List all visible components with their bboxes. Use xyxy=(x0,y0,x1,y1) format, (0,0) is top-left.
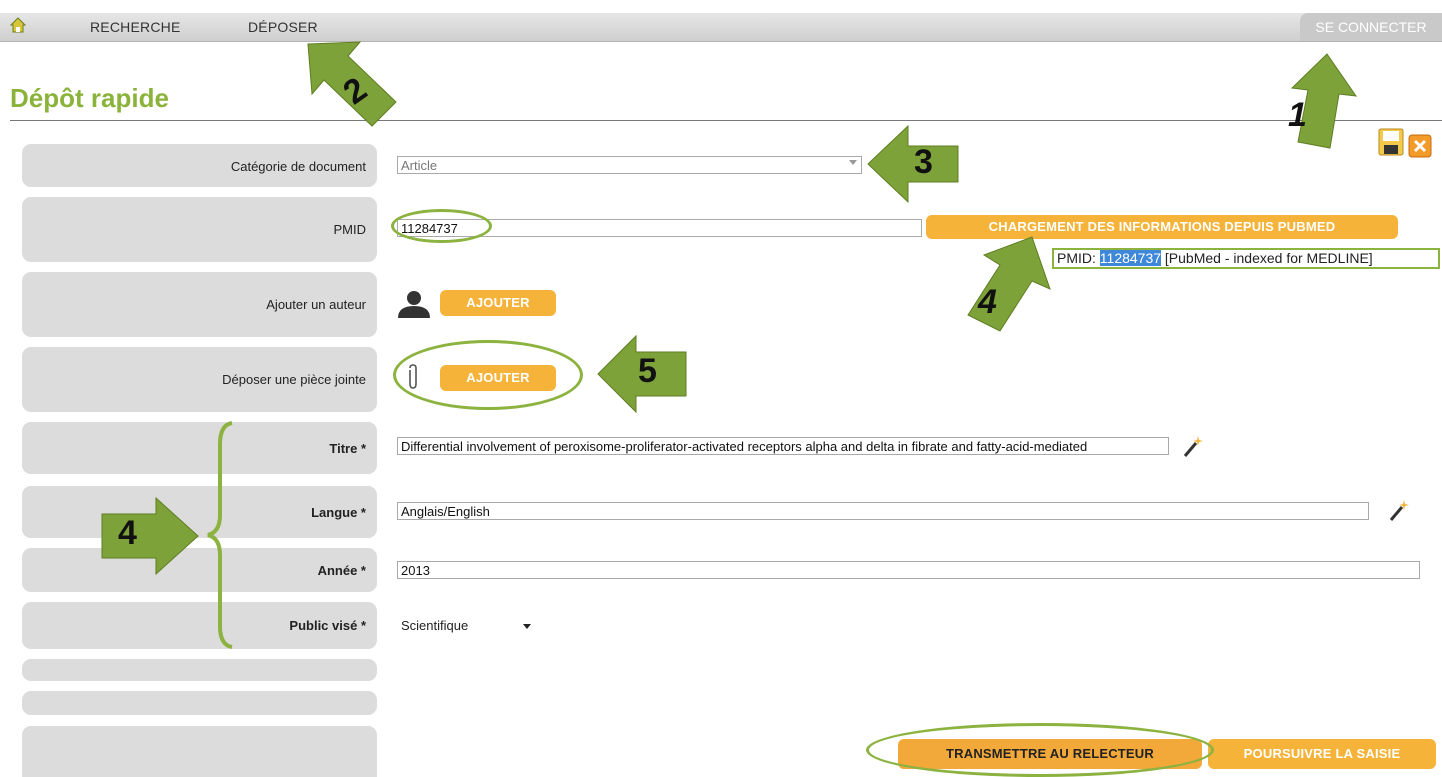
annotation-arrow-4-fields xyxy=(101,496,199,576)
annotation-number-5: 5 xyxy=(638,352,657,390)
audience-label: Public visé * xyxy=(289,618,366,633)
pubmed-result-id: 11284737 xyxy=(1099,250,1162,266)
annotation-number-3: 3 xyxy=(914,143,933,181)
label-box-empty-1 xyxy=(22,659,377,681)
page-title: Dépôt rapide xyxy=(10,83,169,113)
attachment-label: Déposer une pièce jointe xyxy=(222,372,366,387)
brace-annotation xyxy=(207,421,233,649)
dropdown-arrow-icon xyxy=(523,624,531,629)
add-author-button[interactable]: AJOUTER xyxy=(440,290,556,316)
label-box-empty-3 xyxy=(22,726,377,777)
magic-wand-icon[interactable] xyxy=(1182,434,1204,458)
pubmed-result-prefix: PMID: xyxy=(1057,250,1096,266)
login-button[interactable]: SE CONNECTER xyxy=(1300,13,1442,41)
continue-button[interactable]: POURSUIVRE LA SAISIE xyxy=(1208,739,1436,769)
year-input[interactable]: 2013 xyxy=(397,561,1420,579)
nav-recherche[interactable]: RECHERCHE xyxy=(90,19,180,35)
highlight-ellipse-attachment xyxy=(393,340,583,410)
highlight-ellipse-pmid xyxy=(391,209,492,243)
annotation-number-1: 1 xyxy=(1288,96,1307,134)
language-input[interactable]: Anglais/English xyxy=(397,502,1369,520)
author-label: Ajouter un auteur xyxy=(266,297,366,312)
pmid-label: PMID xyxy=(333,222,367,237)
title-label: Titre * xyxy=(329,441,366,456)
category-value: Article xyxy=(401,158,438,173)
nav-deposer[interactable]: DÉPOSER xyxy=(248,19,318,35)
magic-wand-icon[interactable] xyxy=(1388,498,1410,522)
dropdown-arrow-icon xyxy=(849,160,857,165)
audience-value: Scientifique xyxy=(401,618,469,633)
label-box-empty-2 xyxy=(22,691,377,715)
annotation-number-4-fields: 4 xyxy=(118,514,137,552)
annotation-arrow-4-pubmed xyxy=(967,236,1051,332)
user-icon xyxy=(398,291,430,318)
title-input[interactable]: Differential involvement of peroxisome-p… xyxy=(397,437,1169,455)
pubmed-result: PMID: 11284737 [PubMed - indexed for MED… xyxy=(1052,248,1440,269)
save-icon[interactable] xyxy=(1378,128,1404,156)
nav-bar xyxy=(0,13,1442,42)
annotation-number-4-pubmed: 4 xyxy=(978,283,997,321)
pubmed-result-status: [PubMed - indexed for MEDLINE] xyxy=(1164,250,1373,266)
highlight-ellipse-transmit xyxy=(866,723,1214,777)
title-divider xyxy=(10,120,1442,121)
audience-select[interactable]: Scientifique xyxy=(397,616,540,636)
category-select[interactable]: Article xyxy=(397,156,862,174)
home-icon[interactable] xyxy=(10,17,26,33)
close-icon[interactable] xyxy=(1408,134,1432,158)
category-label: Catégorie de document xyxy=(230,159,366,174)
annotation-arrow-1 xyxy=(1290,53,1358,149)
